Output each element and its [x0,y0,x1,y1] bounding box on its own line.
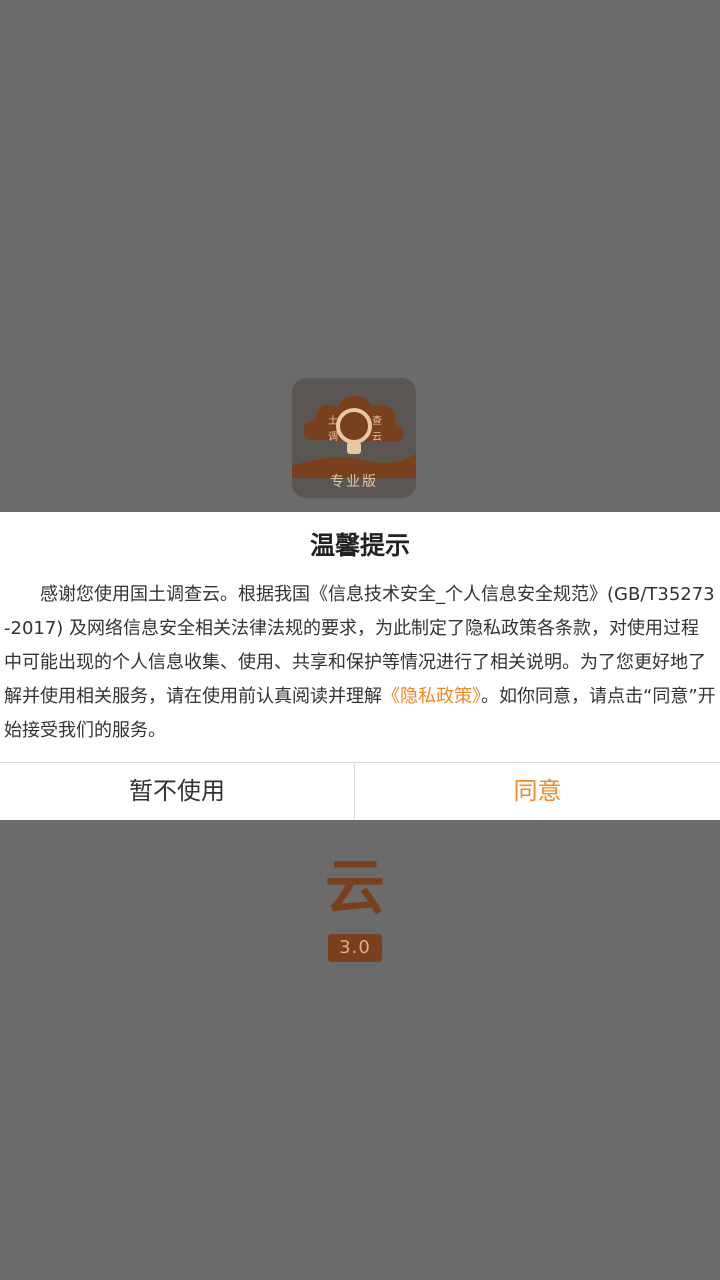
decline-button[interactable]: 暂不使用 [0,763,354,820]
dialog-title: 温馨提示 [309,531,410,560]
edition-label: 专业版 [330,474,378,490]
logo-char-1: 土 [328,414,338,427]
logo-char-2: 查 [372,414,382,427]
version-badge: 3.0 [328,934,382,962]
app-logo: 土 查 调 云 专业版 [292,378,416,498]
dialog-body: 感谢您使用国土调查云。根据我国《信息技术安全_个人信息安全规范》(GB/T352… [4,578,716,748]
privacy-policy-link[interactable]: 《隐私政策》 [382,686,481,707]
logo-char-4: 云 [372,432,382,443]
logo-char-3: 调 [328,431,338,443]
cloud-bulb-icon: 土 查 调 云 [292,396,416,478]
splash-title-char: 云 [325,853,385,923]
agree-button[interactable]: 同意 [355,763,720,820]
screen: 土 查 调 云 专业版 一 云 3.0 温馨提示 感谢您使用国土调查云。根据我国… [0,0,720,1280]
